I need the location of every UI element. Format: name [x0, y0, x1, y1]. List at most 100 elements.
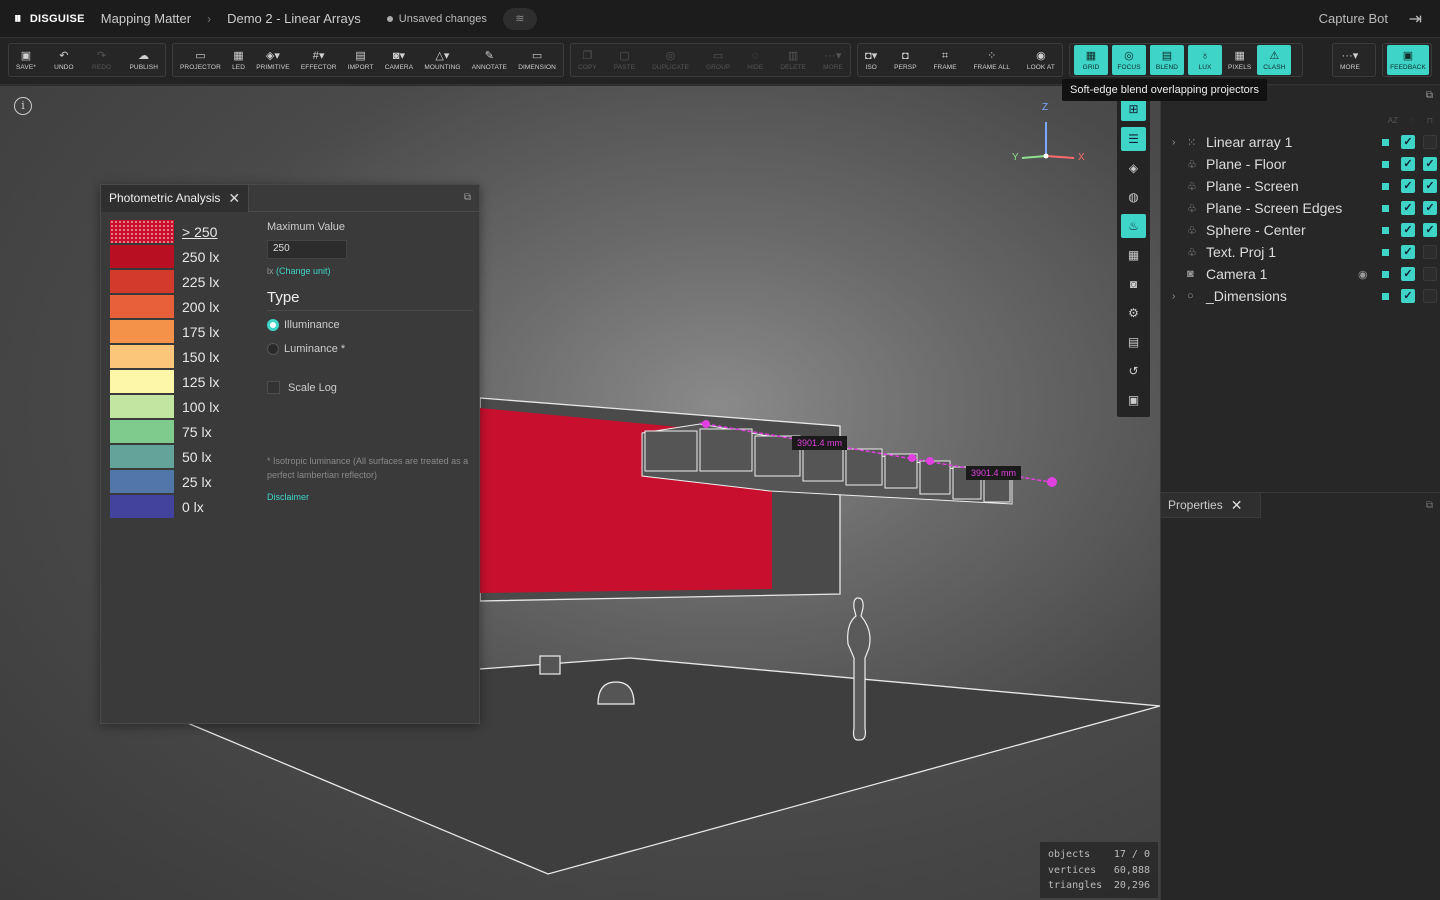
settings-button[interactable]: ⚙ [1121, 301, 1146, 325]
frame-button[interactable]: ⌗ FRAME [929, 45, 960, 75]
delete-button[interactable]: ▥ DELETE [776, 45, 810, 75]
user-name[interactable]: Capture Bot [1319, 11, 1388, 26]
layers-button[interactable]: ◈ [1121, 156, 1146, 180]
tab-photometric[interactable]: Photometric Analysis ✕ [101, 184, 250, 212]
camera-button[interactable]: ◙ [1121, 272, 1146, 296]
dimension-label[interactable]: 3901.4 mm [966, 466, 1022, 480]
popout-icon[interactable]: ⧉ [1426, 500, 1433, 511]
tree-item[interactable]: ♧ Text. Proj 1 ✓ [1161, 241, 1440, 263]
info-icon[interactable]: i [14, 97, 32, 115]
connection-icon[interactable]: ≋ [502, 7, 537, 30]
visible-checkbox[interactable]: ✓ [1401, 267, 1415, 281]
paste-button[interactable]: ▢ PASTE [610, 45, 639, 75]
visible-checkbox[interactable]: ✓ [1401, 135, 1415, 149]
effector-button[interactable]: #▾ EFFECTOR [297, 45, 341, 75]
scale-log-checkbox[interactable]: Scale Log [267, 381, 473, 394]
visible-checkbox[interactable]: ✓ [1401, 245, 1415, 259]
feedback-button[interactable]: ▣ FEEDBACK [1387, 45, 1429, 75]
frame-all-button[interactable]: ⁘ FRAME ALL [969, 45, 1014, 75]
breadcrumb-document[interactable]: Demo 2 - Linear Arrays [227, 11, 361, 26]
eye-icon[interactable]: ◉ [1358, 268, 1368, 281]
hide-button[interactable]: ◌ HIDE [743, 45, 767, 75]
chevron-right-icon[interactable]: › [1172, 137, 1175, 148]
copy-button[interactable]: ❐ COPY [574, 45, 601, 75]
disclaimer-link[interactable]: Disclaimer [267, 492, 473, 502]
dimension-handle[interactable] [908, 454, 916, 462]
tree-item[interactable]: › ○ _Dimensions ✓ [1161, 285, 1440, 307]
lock-all-icon[interactable]: ⊓ [1427, 116, 1433, 125]
tab-properties[interactable]: Properties ✕ [1161, 493, 1261, 518]
document-button[interactable]: ▤ [1121, 330, 1146, 354]
more-button[interactable]: ···▾ MORE [819, 45, 847, 75]
photometric-button[interactable]: ♨ [1121, 214, 1146, 238]
save-button[interactable]: ▣ SAVE* [12, 45, 40, 75]
redo-button[interactable]: ↷ REDO [88, 45, 115, 75]
lux-button[interactable]: ♁ LUX [1188, 45, 1222, 75]
duplicate-button[interactable]: ◎ DUPLICATE [648, 45, 693, 75]
visible-checkbox[interactable]: ✓ [1401, 179, 1415, 193]
popout-icon[interactable]: ⧉ [464, 192, 471, 203]
clash-button[interactable]: ⚠ CLASH [1257, 45, 1292, 75]
blend-button[interactable]: ▤ BLEND [1150, 45, 1184, 75]
dimension-handle[interactable] [926, 457, 934, 465]
publish-button[interactable]: ☁ PUBLISH [125, 45, 162, 75]
tree-item[interactable]: ♧ Plane - Screen ✓ ✓ [1161, 175, 1440, 197]
camera-button[interactable]: ◙▾ CAMERA [381, 45, 417, 75]
import-button[interactable]: ▤ IMPORT [344, 45, 378, 75]
pixels-button[interactable]: ▦ PIXELS [1224, 45, 1255, 75]
tree-item[interactable]: ♧ Sphere - Center ✓ ✓ [1161, 219, 1440, 241]
visible-checkbox[interactable]: ✓ [1401, 201, 1415, 215]
group-button[interactable]: ▭ GROUP [702, 45, 734, 75]
look-at-button[interactable]: ◉ LOOK AT [1023, 45, 1059, 75]
lock-checkbox[interactable] [1423, 245, 1437, 259]
compass-button[interactable]: ◍ [1121, 185, 1146, 209]
lock-checkbox[interactable] [1423, 289, 1437, 303]
logout-icon[interactable]: ⇥ [1409, 9, 1422, 29]
tree-item[interactable]: ♧ Plane - Screen Edges ✓ ✓ [1161, 197, 1440, 219]
projector-button[interactable]: ▭ PROJECTOR [176, 45, 225, 75]
close-icon[interactable]: ✕ [1231, 497, 1243, 514]
more-button[interactable]: ···▾ MORE [1336, 45, 1364, 75]
brand-logo[interactable]: ⏸ DISGUISE [14, 10, 85, 27]
grid-button[interactable]: ▦ GRID [1074, 45, 1108, 75]
lock-checkbox[interactable] [1423, 135, 1437, 149]
dimension-button[interactable]: ▭ DIMENSION [514, 45, 560, 75]
visibility-all-icon[interactable]: ◌ [1410, 116, 1415, 125]
lock-checkbox[interactable]: ✓ [1423, 157, 1437, 171]
tree-item[interactable]: › ⁙ Linear array 1 ✓ [1161, 131, 1440, 153]
history-button[interactable]: ↺ [1121, 359, 1146, 383]
lock-checkbox[interactable]: ✓ [1423, 223, 1437, 237]
lock-checkbox[interactable]: ✓ [1423, 179, 1437, 193]
image-button[interactable]: ▣ [1121, 388, 1146, 412]
tree-item[interactable]: ♧ Plane - Floor ✓ ✓ [1161, 153, 1440, 175]
led-button[interactable]: ▦ LED [228, 45, 249, 75]
close-icon[interactable]: ✕ [228, 190, 240, 207]
persp-button[interactable]: ◘ PERSP [890, 45, 921, 75]
primitive-button[interactable]: ◈▾ PRIMITIVE [252, 45, 293, 75]
iso-button[interactable]: ◘▾ ISO [861, 45, 881, 75]
chevron-right-icon[interactable]: › [1172, 291, 1175, 302]
breadcrumb-project[interactable]: Mapping Matter [101, 11, 191, 26]
tree-item[interactable]: ◙ Camera 1 ◉ ✓ [1161, 263, 1440, 285]
axis-gizmo[interactable] [1021, 122, 1075, 159]
grid-view-button[interactable]: ▦ [1121, 243, 1146, 267]
dimension-label[interactable]: 3901.4 mm [792, 436, 848, 450]
radio-illuminance[interactable]: Illuminance [267, 319, 473, 331]
focus-button[interactable]: ◎ FOCUS [1112, 45, 1146, 75]
radio-luminance[interactable]: Luminance * [267, 343, 473, 355]
dimension-handle[interactable] [702, 420, 710, 428]
dimension-handle[interactable] [1047, 477, 1057, 487]
undo-button[interactable]: ↶ UNDO [50, 45, 78, 75]
popout-icon[interactable]: ⧉ [1426, 90, 1433, 101]
lock-checkbox[interactable] [1423, 267, 1437, 281]
sort-az-icon[interactable]: AZ [1388, 116, 1398, 125]
mounting-button[interactable]: △▾ MOUNTING [420, 45, 464, 75]
visible-checkbox[interactable]: ✓ [1401, 223, 1415, 237]
change-unit-link[interactable]: (Change unit) [276, 266, 331, 276]
lock-checkbox[interactable]: ✓ [1423, 201, 1437, 215]
annotate-button[interactable]: ✎ ANNOTATE [468, 45, 511, 75]
properties-button[interactable]: ☰ [1121, 127, 1146, 151]
legend-label[interactable]: > 250 [182, 224, 217, 240]
visible-checkbox[interactable]: ✓ [1401, 157, 1415, 171]
visible-checkbox[interactable]: ✓ [1401, 289, 1415, 303]
